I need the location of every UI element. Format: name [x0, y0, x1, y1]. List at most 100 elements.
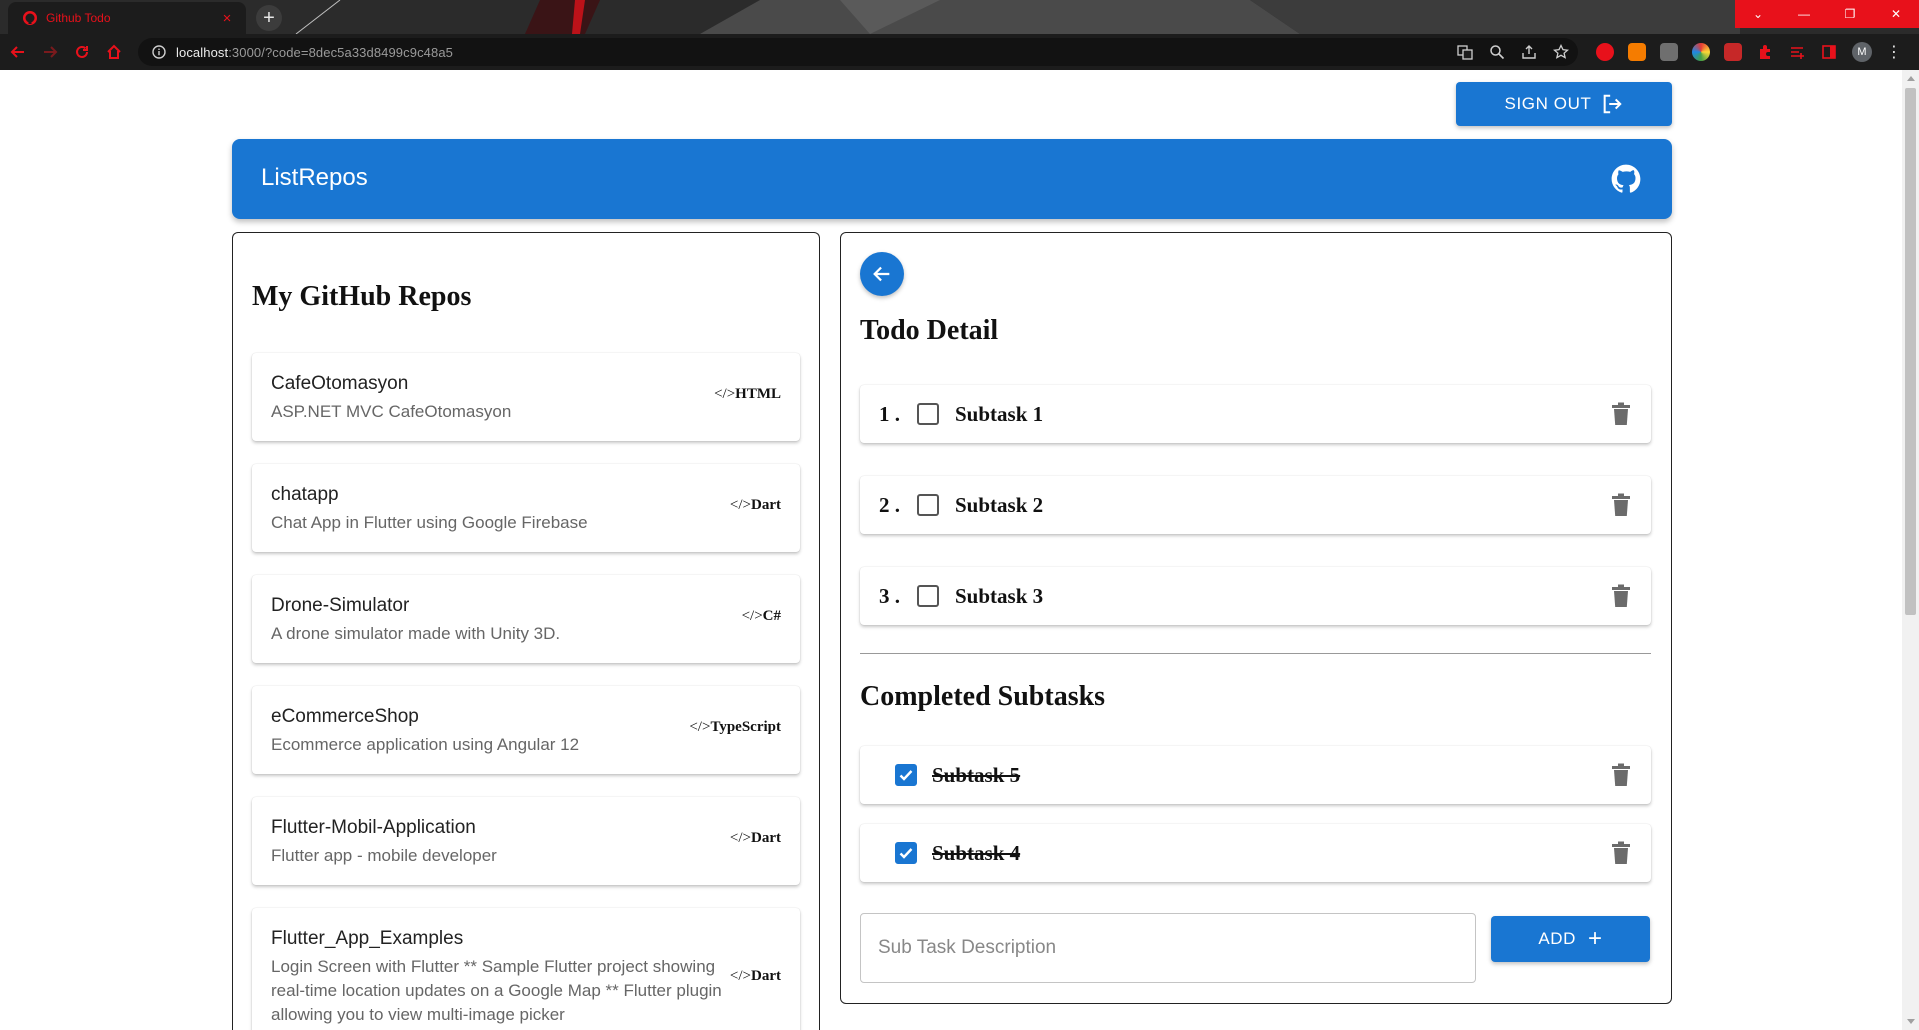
code-icon: </>	[729, 830, 751, 846]
repo-language: </>TypeScript	[689, 719, 781, 736]
add-subtask-button[interactable]: ADD +	[1491, 916, 1650, 962]
repo-language: </>Dart	[730, 830, 781, 847]
site-info-icon[interactable]	[152, 45, 166, 59]
extensions-puzzle-icon[interactable]	[1756, 43, 1774, 61]
url-text: localhost:3000/?code=8dec5a33d8499c9c48a…	[176, 45, 453, 60]
zoom-icon[interactable]	[1488, 43, 1506, 61]
new-tab-button[interactable]: +	[256, 5, 282, 31]
window-close-button[interactable]: ✕	[1873, 0, 1919, 28]
subtask-text: Subtask 1	[955, 402, 1044, 426]
github-link-button[interactable]	[1610, 163, 1642, 195]
extensions-area: M ⋮	[1596, 38, 1902, 66]
repo-card[interactable]: CafeOtomasyon ASP.NET MVC CafeOtomasyon …	[252, 353, 800, 441]
delete-icon[interactable]	[1610, 584, 1632, 608]
back-button[interactable]	[860, 252, 904, 296]
scrollbar-thumb[interactable]	[1905, 88, 1916, 615]
repos-heading: My GitHub Repos	[252, 281, 472, 312]
window-restore-button[interactable]: ❐	[1827, 0, 1873, 28]
back-nav-button[interactable]	[4, 38, 32, 66]
repo-card[interactable]: Drone-Simulator A drone simulator made w…	[252, 575, 800, 663]
repo-description: A drone simulator made with Unity 3D.	[271, 624, 561, 643]
plus-icon: +	[1588, 925, 1603, 952]
repo-name: eCommerceShop	[271, 706, 419, 727]
todo-detail-heading: Todo Detail	[860, 315, 999, 346]
delete-icon[interactable]	[1610, 763, 1632, 787]
repo-name: CafeOtomasyon	[271, 373, 409, 394]
tab-close-icon[interactable]: ×	[218, 9, 236, 27]
url-path: :3000/?code=8dec5a33d8499c9c48a5	[228, 44, 453, 60]
repo-name: chatapp	[271, 484, 339, 505]
browser-menu-icon[interactable]: ⋮	[1886, 42, 1902, 62]
forward-nav-button[interactable]	[36, 38, 64, 66]
share-icon[interactable]	[1520, 43, 1538, 61]
code-icon: </>	[714, 386, 736, 402]
tab-title: Github Todo	[46, 11, 111, 25]
scroll-down-arrow-icon[interactable]	[1902, 1013, 1919, 1030]
subtask-checkbox[interactable]	[917, 585, 939, 607]
repo-language-name: Dart	[751, 968, 781, 984]
repo-description: ASP.NET MVC CafeOtomasyon	[271, 402, 512, 421]
side-panel-icon[interactable]	[1820, 43, 1838, 61]
completed-subtask-row: Subtask 5	[860, 746, 1651, 804]
repo-language-name: HTML	[735, 386, 781, 402]
check-icon	[899, 848, 913, 859]
page-viewport: SIGN OUT ListRepos My GitHub Repos CafeO…	[0, 70, 1919, 1030]
translate-icon[interactable]	[1456, 43, 1474, 61]
repo-card[interactable]: chatapp Chat App in Flutter using Google…	[252, 464, 800, 552]
logout-icon	[1604, 94, 1623, 114]
repo-language: </>Dart	[730, 497, 781, 514]
window-minimize-button[interactable]: —	[1781, 0, 1827, 28]
reading-list-icon[interactable]	[1788, 43, 1806, 61]
repo-name: Flutter_App_Examples	[271, 928, 464, 949]
repo-name: Flutter-Mobil-Application	[271, 817, 476, 838]
code-icon: </>	[729, 968, 751, 984]
sign-out-button[interactable]: SIGN OUT	[1456, 82, 1672, 126]
subtask-checkbox-checked[interactable]	[895, 764, 917, 786]
extension-record-icon[interactable]	[1596, 43, 1614, 61]
completed-subtask-text: Subtask 4	[932, 841, 1021, 865]
subtask-number: 3 .	[879, 584, 900, 608]
subtask-description-input[interactable]	[860, 913, 1476, 983]
add-label: ADD	[1538, 929, 1577, 948]
repo-card[interactable]: eCommerceShop Ecommerce application usin…	[252, 686, 800, 774]
extension-brave-icon[interactable]	[1628, 43, 1646, 61]
home-button[interactable]	[100, 38, 128, 66]
completed-subtask-text: Subtask 5	[932, 763, 1021, 787]
repo-description: Chat App in Flutter using Google Firebas…	[271, 513, 588, 532]
repo-language: </>HTML	[714, 386, 781, 403]
subtask-number: 2 .	[879, 493, 900, 517]
repo-language-name: Dart	[751, 497, 781, 513]
window-controls: ⌄ — ❐ ✕	[1735, 0, 1919, 28]
subtask-number: 1 .	[879, 402, 900, 426]
subtask-checkbox-checked[interactable]	[895, 842, 917, 864]
subtask-checkbox[interactable]	[917, 403, 939, 425]
repo-card[interactable]: Flutter-Mobil-Application Flutter app - …	[252, 797, 800, 885]
browser-tabstrip: Github Todo × + ⌄ — ❐ ✕	[0, 0, 1919, 34]
profile-avatar[interactable]: M	[1852, 42, 1872, 62]
repo-description: Flutter app - mobile developer	[271, 846, 497, 865]
repo-description: Ecommerce application using Angular 12	[271, 735, 580, 754]
extension-window-icon[interactable]	[1660, 43, 1678, 61]
reload-button[interactable]	[68, 38, 96, 66]
app-bar: ListRepos	[232, 139, 1672, 219]
browser-tab-active[interactable]: Github Todo ×	[8, 2, 246, 34]
scroll-up-arrow-icon[interactable]	[1902, 70, 1919, 87]
arrow-back-icon	[873, 266, 890, 282]
section-divider	[860, 653, 1651, 654]
repo-language-name: Dart	[751, 830, 781, 846]
address-bar[interactable]: localhost:3000/?code=8dec5a33d8499c9c48a…	[138, 38, 1578, 66]
browser-toolbar: localhost:3000/?code=8dec5a33d8499c9c48a…	[0, 34, 1919, 70]
subtask-checkbox[interactable]	[917, 494, 939, 516]
bookmark-star-icon[interactable]	[1552, 43, 1570, 61]
delete-icon[interactable]	[1610, 402, 1632, 426]
window-search-tabs-button[interactable]: ⌄	[1735, 0, 1781, 28]
delete-icon[interactable]	[1610, 841, 1632, 865]
page-scrollbar[interactable]	[1902, 70, 1919, 1030]
omnibox-actions	[1456, 38, 1570, 66]
extension-puzzle-red-icon[interactable]	[1724, 43, 1742, 61]
repo-card[interactable]: Flutter_App_Examples Login Screen with F…	[252, 908, 800, 1030]
extension-color-icon[interactable]	[1692, 43, 1710, 61]
subtask-row: 3 . Subtask 3	[860, 567, 1651, 625]
repo-language: </>Dart	[730, 968, 781, 985]
delete-icon[interactable]	[1610, 493, 1632, 517]
